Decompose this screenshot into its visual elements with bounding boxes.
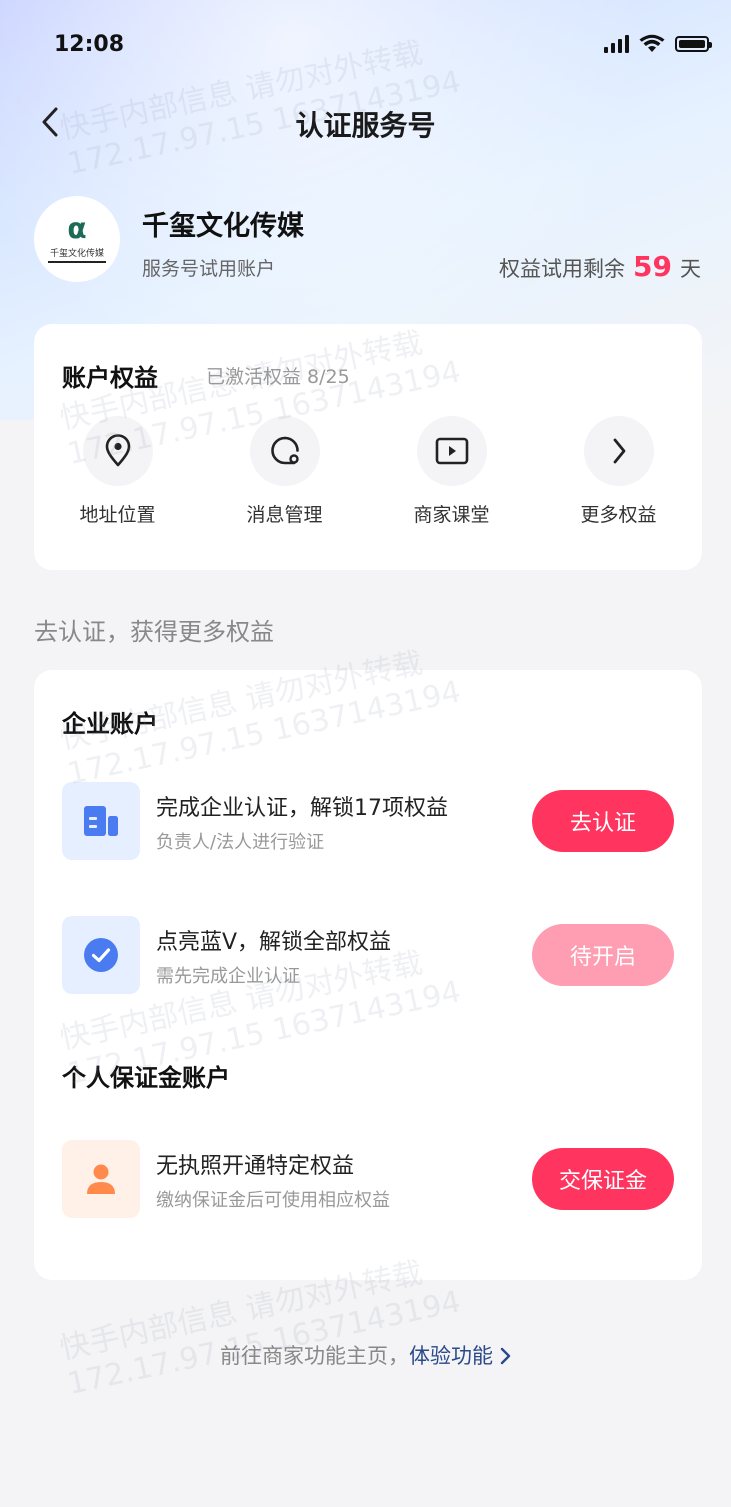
certification-card: 企业账户 完成企业认证，解锁17项权益 负责人/法人进行验证 去认证 点亮蓝V，… xyxy=(34,670,702,1280)
location-pin-icon xyxy=(105,434,130,467)
trial-unit: 天 xyxy=(680,257,701,281)
play-icon xyxy=(435,437,468,465)
pending-open-button[interactable]: 待开启 xyxy=(532,924,674,986)
battery-icon xyxy=(675,36,712,52)
right-label: 更多权益 xyxy=(580,504,657,526)
enterprise-cert-row: 完成企业认证，解锁17项权益 负责人/法人进行验证 去认证 xyxy=(62,782,674,862)
footer: 前往商家功能主页，体验功能 xyxy=(0,1340,731,1370)
right-item-classroom[interactable]: 商家课堂 xyxy=(368,416,535,527)
page-title: 认证服务号 xyxy=(295,109,436,142)
logo-text: 千玺文化传媒 xyxy=(49,249,104,259)
personal-title: 个人保证金账户 xyxy=(62,1064,230,1092)
footer-text: 前往商家功能主页， xyxy=(220,1344,409,1368)
account-type: 服务号试用账户 xyxy=(142,258,276,280)
signal-icon xyxy=(604,35,629,53)
avatar[interactable]: α 千玺文化传媒 xyxy=(34,196,120,282)
row-subtitle: 需先完成企业认证 xyxy=(156,966,300,987)
status-icons xyxy=(604,34,712,54)
status-time: 12:08 xyxy=(54,32,125,57)
check-badge-icon xyxy=(84,938,118,972)
enterprise-title: 企业账户 xyxy=(62,710,158,738)
experience-link[interactable]: 体验功能 xyxy=(409,1344,493,1368)
row-subtitle: 缴纳保证金后可使用相应权益 xyxy=(156,1190,390,1211)
right-label: 商家课堂 xyxy=(413,504,490,526)
right-item-messages[interactable]: 消息管理 xyxy=(201,416,368,527)
trial-days: 59 xyxy=(633,250,672,283)
chevron-right-icon xyxy=(500,1347,511,1365)
page: 12:08 认证服务号 α 千玺文化传媒 千玺文化传媒 服务号试用账户 权益试用… xyxy=(0,0,731,1507)
logo-underline xyxy=(48,261,106,263)
logo-mark: α xyxy=(67,212,87,245)
trial-remaining: 权益试用剩余 59 天 xyxy=(499,250,701,283)
row-title: 完成企业认证，解锁17项权益 xyxy=(156,796,448,821)
account-name: 千玺文化传媒 xyxy=(142,211,304,242)
building-icon xyxy=(84,806,118,836)
right-item-location[interactable]: 地址位置 xyxy=(34,416,201,527)
section-hint: 去认证，获得更多权益 xyxy=(34,618,274,646)
account-rights-card: 账户权益 已激活权益 8/25 地址位置 消息管理 商家课堂 更多权益 xyxy=(34,324,702,570)
blue-v-row: 点亮蓝V，解锁全部权益 需先完成企业认证 待开启 xyxy=(62,916,674,996)
go-certify-button[interactable]: 去认证 xyxy=(532,790,674,852)
pay-deposit-button[interactable]: 交保证金 xyxy=(532,1148,674,1210)
right-label: 地址位置 xyxy=(79,504,156,526)
rights-activated-count: 已激活权益 8/25 xyxy=(206,366,350,388)
wifi-icon xyxy=(639,34,665,52)
chevron-right-icon xyxy=(613,438,625,464)
right-label: 消息管理 xyxy=(246,504,323,526)
rights-title: 账户权益 xyxy=(62,364,158,392)
chat-bubble-icon xyxy=(270,436,299,465)
row-subtitle: 负责人/法人进行验证 xyxy=(156,832,325,853)
right-item-more[interactable]: 更多权益 xyxy=(535,416,702,527)
rights-grid: 地址位置 消息管理 商家课堂 更多权益 xyxy=(34,416,702,527)
trial-prefix: 权益试用剩余 xyxy=(499,257,626,281)
row-title: 无执照开通特定权益 xyxy=(156,1154,355,1179)
row-title: 点亮蓝V，解锁全部权益 xyxy=(156,930,392,955)
person-icon xyxy=(87,1164,115,1194)
deposit-row: 无执照开通特定权益 缴纳保证金后可使用相应权益 交保证金 xyxy=(62,1140,674,1220)
